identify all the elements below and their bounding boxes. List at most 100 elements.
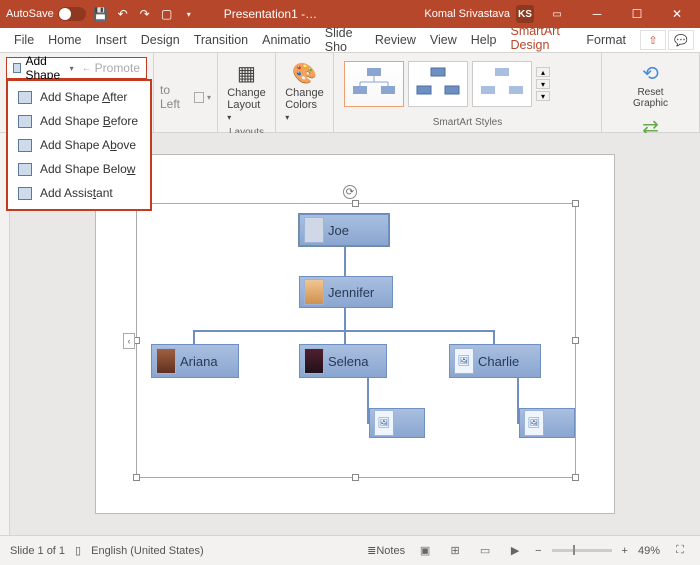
normal-view-icon[interactable]: ▣ bbox=[415, 543, 435, 559]
maximize-icon[interactable]: ☐ bbox=[620, 0, 654, 28]
zoom-out-button[interactable]: − bbox=[535, 545, 541, 557]
save-icon[interactable]: 💾 bbox=[94, 7, 108, 21]
menu-add-shape-after[interactable]: Add Shape After bbox=[8, 85, 150, 109]
zoom-value[interactable]: 49% bbox=[638, 545, 660, 557]
tab-design[interactable]: Design bbox=[141, 33, 180, 47]
sorter-view-icon[interactable]: ⊞ bbox=[445, 543, 465, 559]
tab-smartart-design[interactable]: SmartArt Design bbox=[510, 24, 572, 56]
tab-format[interactable]: Format bbox=[586, 33, 626, 47]
zoom-in-button[interactable]: + bbox=[622, 545, 628, 557]
chevron-down-icon: ▾ bbox=[207, 93, 211, 102]
document-title: Presentation1 -… bbox=[224, 7, 317, 21]
add-shape-menu: Add Shape After Add Shape Before Add Sha… bbox=[6, 79, 152, 211]
menu-add-shape-above[interactable]: Add Shape Above bbox=[8, 133, 150, 157]
shape-icon bbox=[18, 163, 32, 176]
slideshow-view-icon[interactable]: ▶ bbox=[505, 543, 525, 559]
title-bar: AutoSave 💾 ↶ ↷ ▢ ▾ Presentation1 -… Koma… bbox=[0, 0, 700, 28]
picture-placeholder-icon: 🖼 bbox=[374, 410, 394, 436]
shape-icon bbox=[18, 187, 32, 200]
tab-view[interactable]: View bbox=[430, 33, 457, 47]
org-node-selena[interactable]: Selena bbox=[299, 344, 387, 378]
org-node-empty-1[interactable]: 🖼 bbox=[369, 408, 425, 438]
gallery-more-button[interactable]: ▾ bbox=[536, 91, 550, 101]
comments-button[interactable]: 💬 bbox=[668, 30, 694, 50]
share-button[interactable]: ⇧ bbox=[640, 30, 666, 50]
palette-icon: 🎨 bbox=[291, 59, 319, 87]
start-show-icon[interactable]: ▢ bbox=[160, 7, 174, 21]
promote-button: ← Promote bbox=[82, 61, 140, 75]
change-colors-button[interactable]: 🎨 ChangeColors ▾ bbox=[281, 57, 328, 125]
tab-animations[interactable]: Animatio bbox=[262, 33, 311, 47]
shape-icon bbox=[18, 115, 32, 128]
style-thumb-2[interactable] bbox=[408, 61, 468, 107]
org-node-label: Joe bbox=[328, 223, 349, 238]
arrow-left-icon: ← bbox=[82, 63, 92, 74]
tab-transitions[interactable]: Transition bbox=[194, 33, 248, 47]
picture-placeholder-icon: 🖼 bbox=[454, 348, 474, 374]
smartart-styles-gallery: ▴ ▾ ▾ bbox=[340, 57, 595, 111]
shape-icon bbox=[18, 91, 32, 104]
language-status[interactable]: English (United States) bbox=[91, 545, 204, 557]
org-node-ariana[interactable]: Ariana bbox=[151, 344, 239, 378]
org-node-label: Selena bbox=[328, 354, 368, 369]
ribbon-tabs: File Home Insert Design Transition Anima… bbox=[0, 28, 700, 53]
org-node-label: Jennifer bbox=[328, 285, 374, 300]
right-to-left-button[interactable]: to Left ▾ bbox=[160, 83, 211, 111]
org-node-empty-2[interactable]: 🖼 bbox=[519, 408, 575, 438]
undo-icon[interactable]: ↶ bbox=[116, 7, 130, 21]
change-layout-button[interactable]: ▦ ChangeLayout ▾ bbox=[223, 57, 270, 125]
zoom-slider[interactable] bbox=[552, 549, 612, 552]
smartart-selection-frame[interactable]: ‹ Joe bbox=[136, 203, 576, 478]
status-bar: Slide 1 of 1 ▯ English (United States) ≣… bbox=[0, 535, 700, 565]
menu-add-assistant[interactable]: Add Assistant bbox=[8, 181, 150, 205]
tab-review[interactable]: Review bbox=[375, 33, 416, 47]
ribbon: Add Shape ▾ ← Promote Add Shape After Ad… bbox=[0, 53, 700, 133]
org-node-label: Ariana bbox=[180, 354, 218, 369]
rotate-handle[interactable]: ⟳ bbox=[343, 185, 357, 199]
chevron-down-icon: ▾ bbox=[70, 64, 74, 73]
avatar-image bbox=[304, 348, 324, 374]
qat-dropdown-icon[interactable]: ▾ bbox=[182, 7, 196, 21]
fit-to-window-icon[interactable]: ⛶ bbox=[670, 543, 690, 559]
org-node-charlie[interactable]: 🖼 Charlie bbox=[449, 344, 541, 378]
add-shape-split-button[interactable]: Add Shape ▾ ← Promote bbox=[6, 57, 147, 79]
picture-placeholder-icon: 🖼 bbox=[524, 410, 544, 436]
notes-button[interactable]: ≣Notes bbox=[367, 544, 405, 557]
redo-icon[interactable]: ↷ bbox=[138, 7, 152, 21]
reading-view-icon[interactable]: ▭ bbox=[475, 543, 495, 559]
shape-icon bbox=[18, 139, 32, 152]
avatar-image bbox=[304, 279, 324, 305]
slide[interactable]: ⟳ ‹ bbox=[95, 154, 615, 514]
menu-add-shape-below[interactable]: Add Shape Below bbox=[8, 157, 150, 181]
menu-add-shape-before[interactable]: Add Shape Before bbox=[8, 109, 150, 133]
org-node-jennifer[interactable]: Jennifer bbox=[299, 276, 393, 308]
style-thumb-3[interactable] bbox=[472, 61, 532, 107]
tab-insert[interactable]: Insert bbox=[96, 33, 127, 47]
user-name: Komal Srivastava bbox=[424, 8, 510, 20]
minimize-icon[interactable]: ─ bbox=[580, 0, 614, 28]
tab-help[interactable]: Help bbox=[471, 33, 497, 47]
org-node-joe[interactable]: Joe bbox=[299, 214, 389, 246]
org-node-label: Charlie bbox=[478, 354, 519, 369]
org-chart: Joe Jennifer Ariana Selena bbox=[137, 204, 575, 477]
gallery-scroll-down[interactable]: ▾ bbox=[536, 79, 550, 89]
autosave-toggle[interactable]: AutoSave bbox=[6, 7, 86, 21]
slide-counter[interactable]: Slide 1 of 1 bbox=[10, 545, 65, 557]
user-avatar[interactable]: KS bbox=[516, 5, 534, 23]
toggle-icon bbox=[58, 7, 86, 21]
tab-home[interactable]: Home bbox=[48, 33, 81, 47]
autosave-label: AutoSave bbox=[6, 8, 54, 20]
avatar-image bbox=[156, 348, 176, 374]
close-icon[interactable]: ✕ bbox=[660, 0, 694, 28]
reset-graphic-button[interactable]: ⟲ ResetGraphic bbox=[628, 57, 674, 111]
tab-file[interactable]: File bbox=[14, 33, 34, 47]
style-thumb-1[interactable] bbox=[344, 61, 404, 107]
layout-icon bbox=[194, 92, 204, 103]
tab-slideshow[interactable]: Slide Sho bbox=[325, 26, 361, 54]
group-label-styles: SmartArt Styles bbox=[340, 115, 595, 128]
accessibility-icon[interactable]: ▯ bbox=[75, 544, 81, 557]
avatar-placeholder-icon bbox=[304, 217, 324, 243]
add-shape-label: Add Shape bbox=[25, 54, 63, 82]
text-pane-toggle[interactable]: ‹ bbox=[123, 333, 135, 349]
gallery-scroll-up[interactable]: ▴ bbox=[536, 67, 550, 77]
